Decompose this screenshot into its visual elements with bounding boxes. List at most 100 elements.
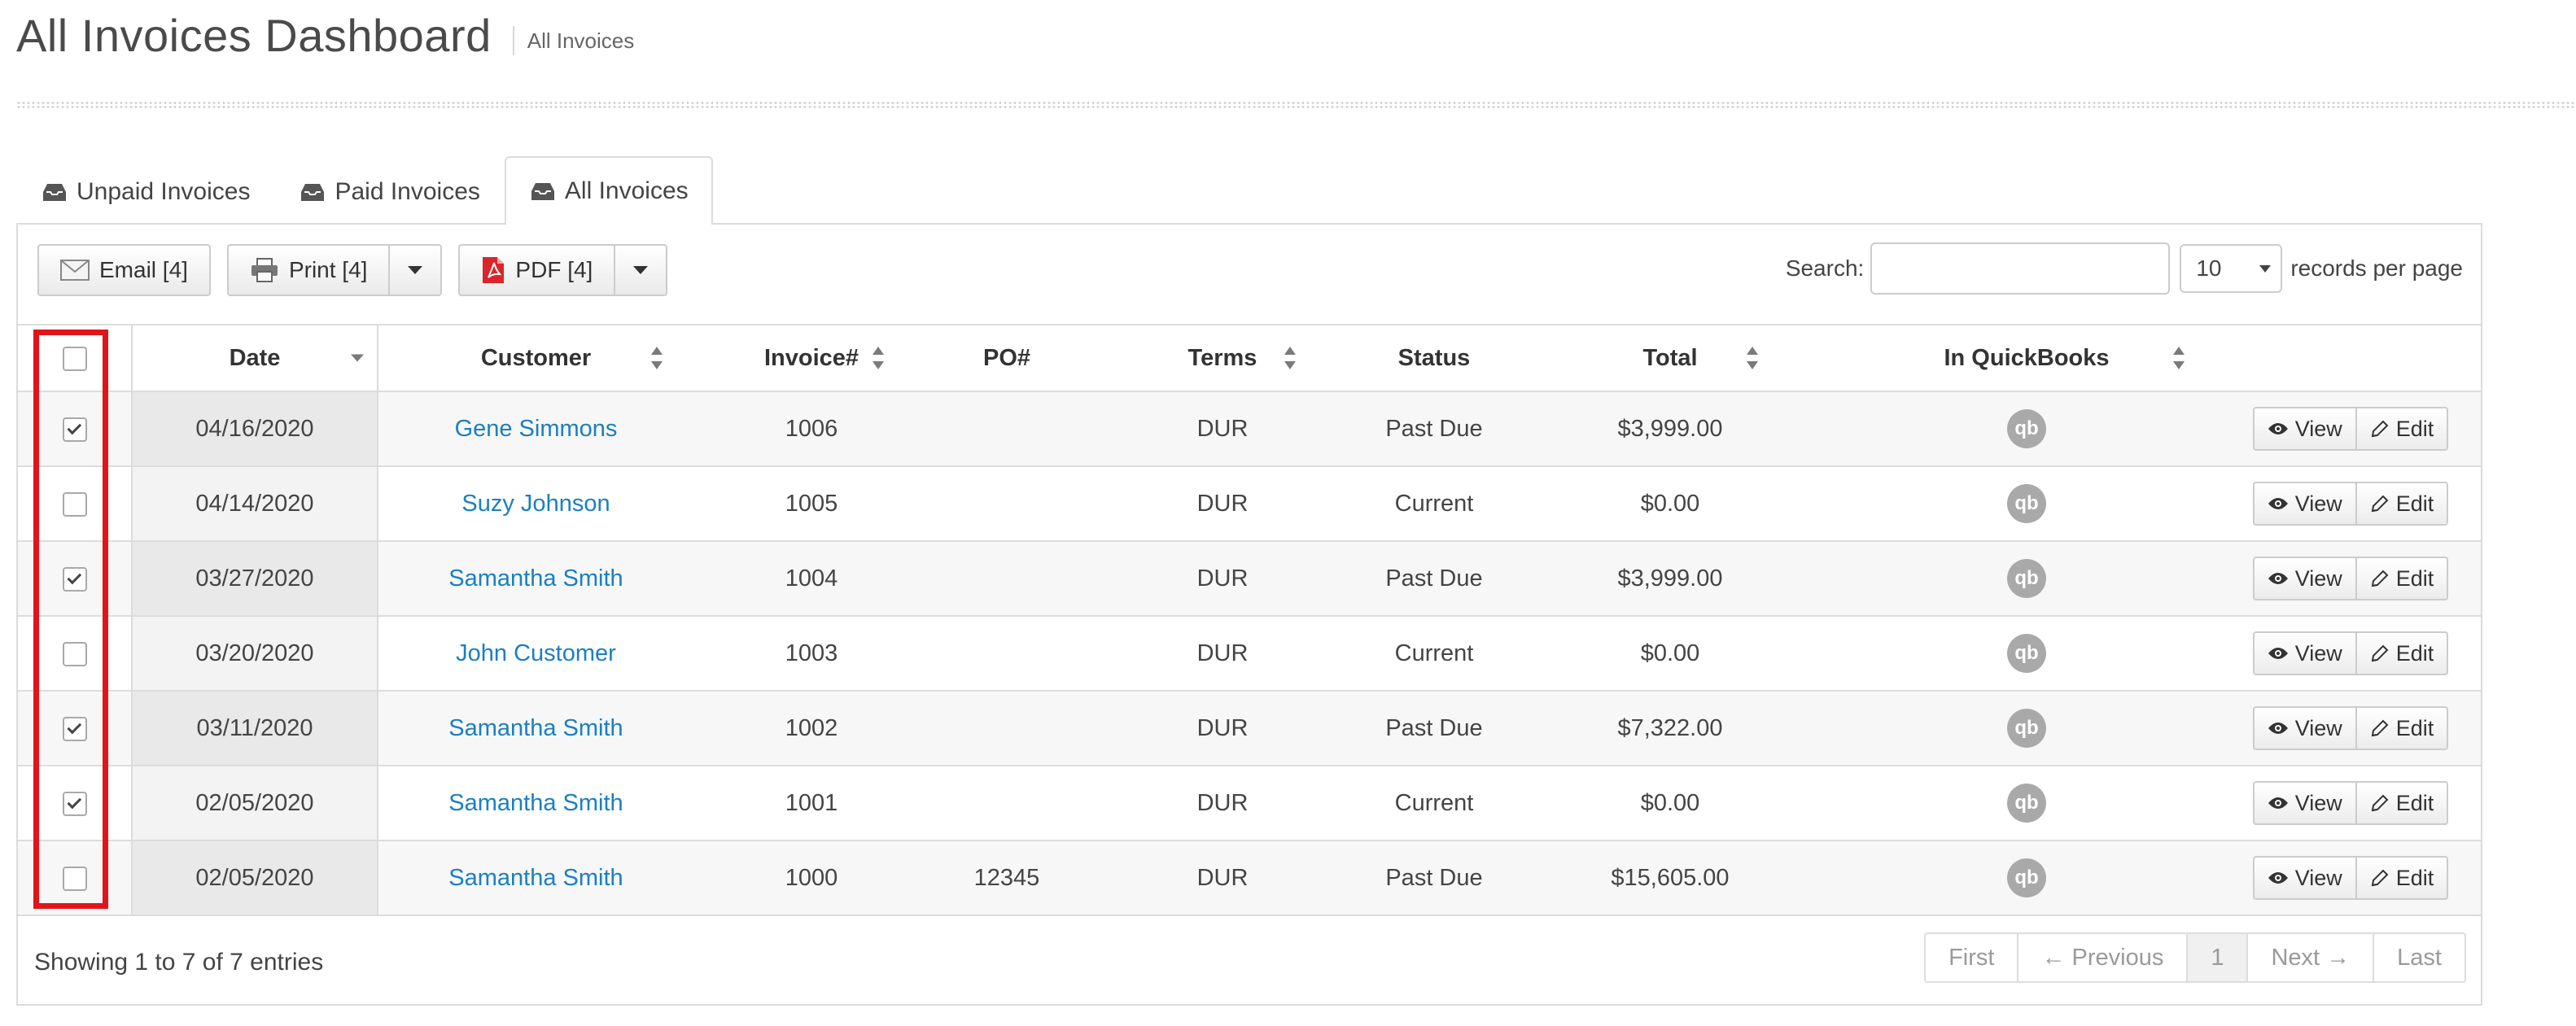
edit-button[interactable]: Edit [2356,631,2449,675]
edit-button[interactable]: Edit [2356,856,2449,900]
caret-down-icon [408,266,423,274]
column-header-label: Date [229,344,281,371]
cell-terms: DUR [1084,766,1361,841]
cell-actions: View Edit [2220,616,2481,692]
cell-terms: DUR [1084,840,1361,916]
view-button[interactable]: View [2252,407,2357,451]
pagination-next[interactable]: Next → [2248,934,2375,981]
quickbooks-icon[interactable]: qb [2007,484,2046,523]
cell-actions: View Edit [2220,840,2481,916]
quickbooks-icon[interactable]: qb [2007,858,2046,897]
column-header-status: Status [1361,324,1507,392]
quickbooks-icon[interactable]: qb [2007,559,2046,598]
table-row: 04/14/2020 Suzy Johnson 1005 DUR Current $0.0… [18,466,2481,542]
print-options-dropdown[interactable] [390,244,443,296]
customer-link[interactable]: Suzy Johnson [461,491,610,517]
customer-link[interactable]: John Customer [456,640,616,666]
cell-actions: View Edit [2220,391,2481,467]
cell-invoice-number: 1002 [693,691,929,766]
tab-label: Paid Invoices [335,178,480,205]
pagination-last[interactable]: Last [2374,934,2464,981]
cell-customer: Samantha Smith [378,691,693,766]
page-title: All Invoices Dashboard [16,9,492,61]
search-input[interactable] [1870,242,2171,295]
pdf-options-dropdown[interactable] [615,244,668,296]
table-row: 03/27/2020 Samantha Smith 1004 DUR Past Due $… [18,541,2481,617]
quickbooks-icon[interactable]: qb [2007,634,2046,673]
view-button[interactable]: View [2252,781,2357,825]
cell-status: Past Due [1361,691,1507,766]
column-header-invoice[interactable]: Invoice# [693,324,929,392]
cell-customer: Gene Simmons [378,391,693,467]
edit-button[interactable]: Edit [2356,706,2449,750]
column-header-customer[interactable]: Customer [378,324,693,392]
cell-invoice-number: 1003 [693,616,929,692]
edit-button[interactable]: Edit [2356,407,2449,451]
view-button[interactable]: View [2252,856,2357,900]
inbox-icon [301,184,325,201]
view-button[interactable]: View [2252,706,2357,750]
sort-icon [1284,347,1296,369]
edit-button[interactable]: Edit [2356,557,2449,600]
cell-date: 02/05/2020 [132,766,378,841]
records-per-page-select[interactable]: 10 [2180,244,2283,293]
cell-po-number [929,766,1084,841]
cell-customer: Samantha Smith [378,840,693,916]
customer-link[interactable]: Samantha Smith [448,565,623,592]
edit-button[interactable]: Edit [2356,781,2449,825]
sort-icon [873,347,884,369]
quickbooks-icon[interactable]: qb [2007,784,2046,823]
records-per-page-value: 10 [2196,255,2222,281]
sort-desc-icon [351,354,364,362]
view-button[interactable]: View [2252,482,2357,526]
invoices-table: Date Customer Invoice# PO# Terms Status … [18,324,2481,916]
view-button[interactable]: View [2252,631,2357,675]
print-button[interactable]: Print [4] [226,244,391,296]
customer-link[interactable]: Samantha Smith [448,790,623,816]
header-divider [512,26,514,55]
column-header-total[interactable]: Total [1507,324,1833,392]
cell-po-number: 12345 [929,840,1084,916]
tab-paid-invoices[interactable]: Paid Invoices [274,158,504,225]
cell-status: Current [1361,766,1507,841]
cell-actions: View Edit [2220,541,2481,617]
cell-in-quickbooks: qb [1833,691,2220,766]
chevron-down-icon [2259,264,2272,273]
cell-total: $0.00 [1507,466,1833,542]
eye-icon [2268,872,2288,884]
eye-icon [2268,648,2288,659]
customer-link[interactable]: Samantha Smith [448,715,623,741]
pdf-button[interactable]: PDF [4] [458,244,616,296]
view-button[interactable]: View [2252,557,2357,600]
table-filter-controls: Search: 10 records per page [1786,242,2463,295]
cell-total: $7,322.00 [1507,691,1833,766]
breadcrumb: All Invoices [527,28,635,53]
sort-icon [1747,347,1758,369]
print-button-label: Print [4] [288,257,368,282]
column-header-in-quickbooks[interactable]: In QuickBooks [1833,324,2220,392]
edit-button[interactable]: Edit [2356,482,2449,526]
tab-unpaid-invoices[interactable]: Unpaid Invoices [16,158,274,225]
cell-terms: DUR [1084,466,1361,542]
cell-status: Past Due [1361,840,1507,916]
quickbooks-icon[interactable]: qb [2007,409,2046,448]
print-button-group: Print [4] [226,244,443,296]
column-header-date[interactable]: Date [132,324,378,392]
quickbooks-icon[interactable]: qb [2007,709,2046,748]
pencil-icon [2371,719,2389,737]
customer-link[interactable]: Samantha Smith [448,865,623,891]
pagination-previous[interactable]: ← Previous [2018,934,2189,981]
cell-date: 02/05/2020 [132,840,378,916]
column-header-terms[interactable]: Terms [1084,324,1361,392]
email-button[interactable]: Email [4] [37,244,211,296]
pagination-first[interactable]: First [1926,934,2019,981]
pagination-page-1[interactable]: 1 [2188,934,2249,981]
tab-all-invoices[interactable]: All Invoices [504,156,713,225]
cell-total: $0.00 [1507,616,1833,692]
header-dotted-rule [16,101,2576,109]
edit-button-label: Edit [2395,865,2434,890]
email-button-label: Email [4] [99,257,188,282]
cell-date: 04/16/2020 [132,391,378,467]
cell-in-quickbooks: qb [1833,840,2220,916]
customer-link[interactable]: Gene Simmons [455,416,618,442]
